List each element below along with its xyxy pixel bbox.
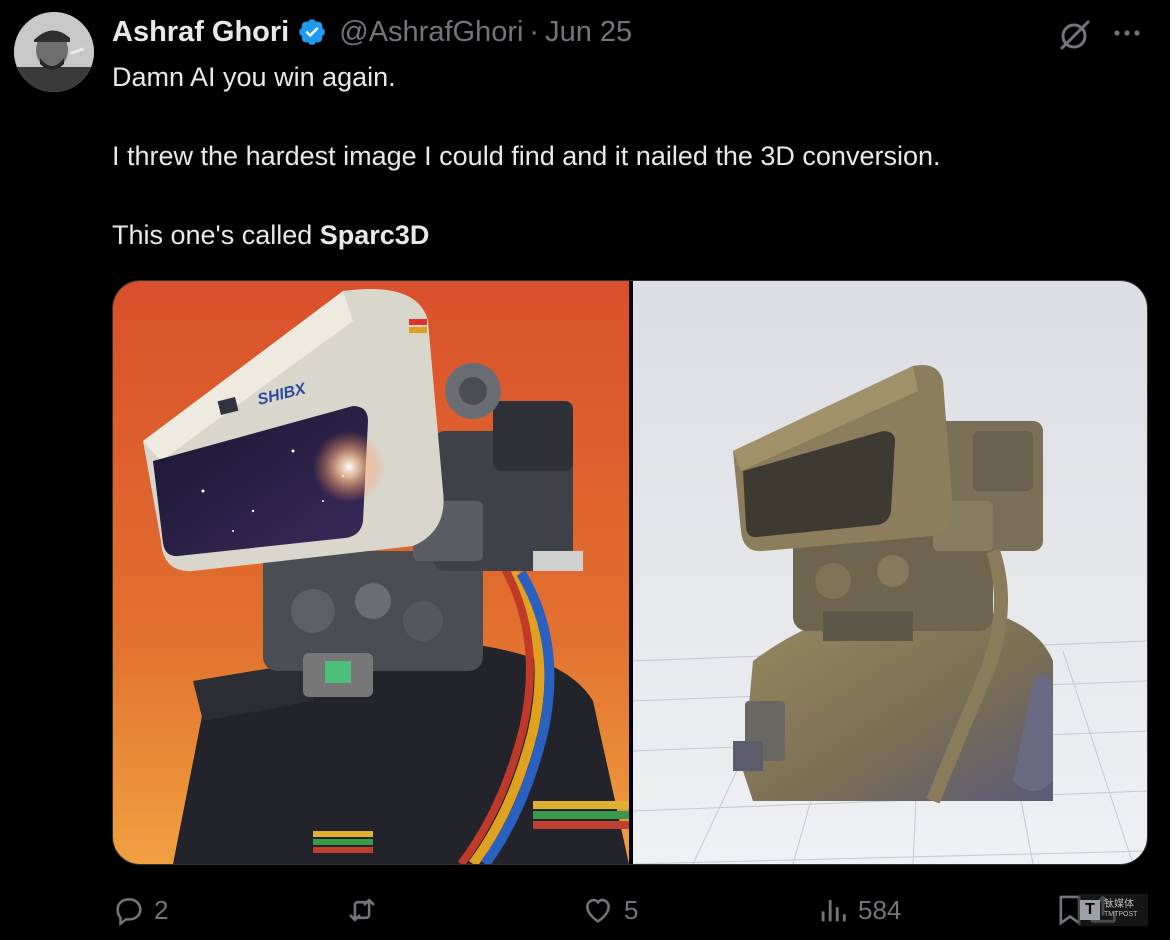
reply-count: 2	[154, 894, 169, 925]
more-options-icon[interactable]	[1110, 16, 1144, 50]
robot-illustration-image[interactable]: SHIBX	[113, 281, 629, 864]
retweet-icon	[349, 898, 375, 922]
tweet-text-line-2: I threw the hardest image I could find a…	[112, 141, 941, 171]
watermark: T 钛媒体 TMTPOST	[1078, 894, 1148, 926]
view-count: 584	[858, 894, 902, 925]
tweet-text-line-1: Damn AI you win again.	[112, 62, 396, 92]
tweet-text-prefix: This one's called	[112, 220, 320, 250]
separator-dot: ·	[529, 15, 540, 48]
grok-icon[interactable]	[1058, 18, 1092, 52]
tweet-actions: 2 5 584 T 钛媒体 TMTPOST	[0, 890, 1170, 930]
watermark-text-top: 钛媒体	[1104, 899, 1134, 910]
author-name[interactable]: Ashraf Ghori	[112, 16, 289, 49]
verified-badge-icon	[299, 19, 326, 45]
tweet-media[interactable]: SHIBX	[112, 280, 1148, 865]
views-button[interactable]: 584	[816, 890, 901, 930]
like-count: 5	[624, 894, 639, 925]
tweet-text-line-3: This one's called Sparc3D	[112, 218, 429, 252]
watermark-text-bottom: TMTPOST	[1104, 911, 1138, 918]
views-icon	[821, 900, 846, 922]
author-handle[interactable]: @AshrafGhori	[339, 16, 523, 49]
reply-icon	[116, 898, 142, 927]
like-button[interactable]: 5	[580, 890, 638, 930]
watermark-logo-icon: T	[1080, 900, 1100, 920]
tweet-header: Ashraf Ghori @AshrafGhori · Jun 25	[112, 14, 632, 50]
reply-button[interactable]: 2	[112, 890, 168, 930]
tweet-date[interactable]: Jun 25	[545, 16, 632, 49]
product-name: Sparc3D	[319, 220, 430, 250]
avatar[interactable]	[14, 12, 94, 92]
retweet-button[interactable]	[342, 890, 390, 930]
3d-model-render-image[interactable]	[633, 281, 1147, 864]
heart-icon	[586, 898, 610, 923]
